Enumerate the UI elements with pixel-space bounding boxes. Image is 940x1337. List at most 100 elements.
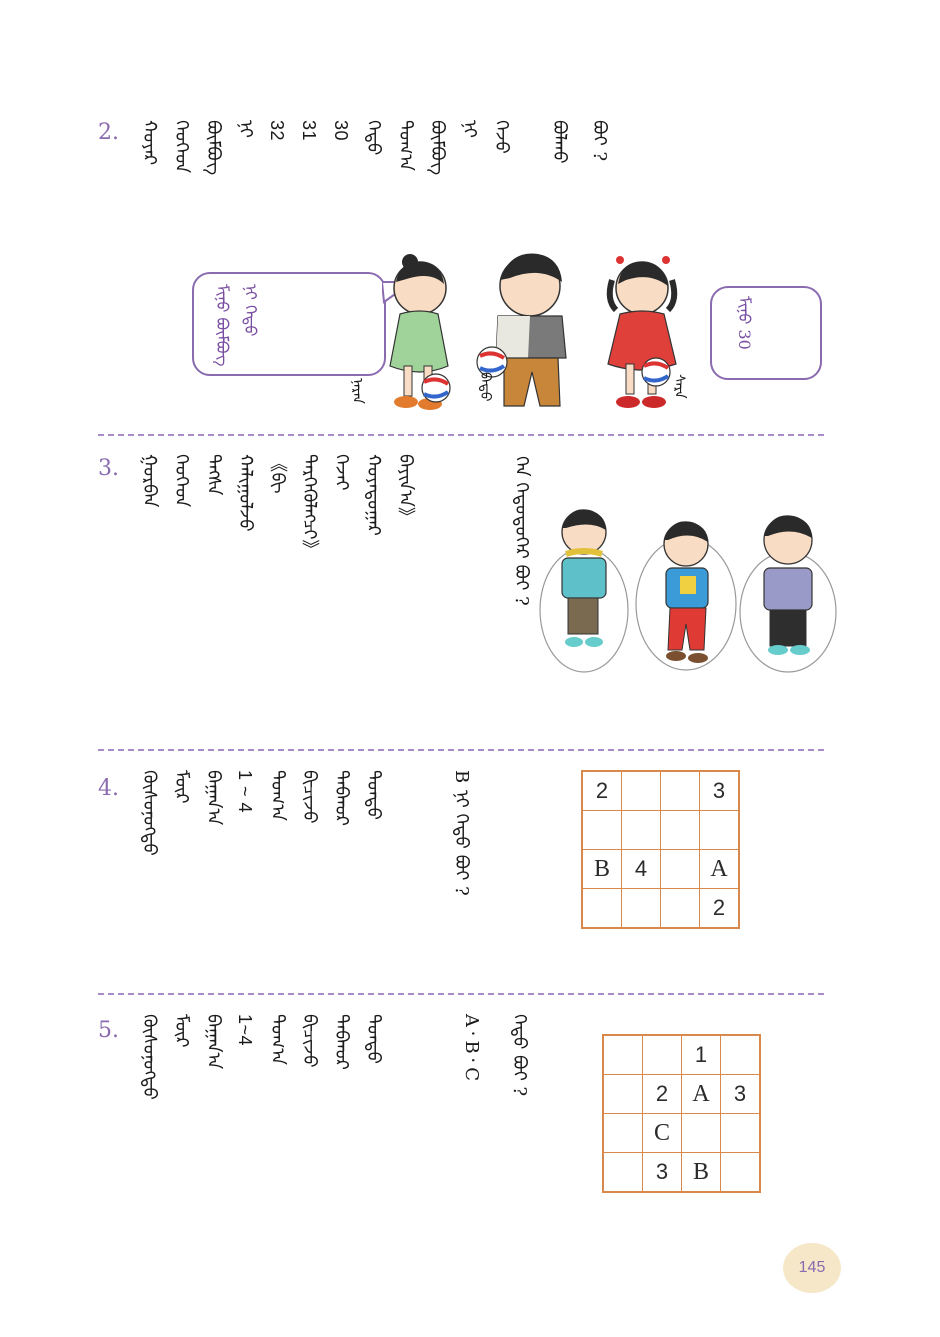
grid-cell: 3 xyxy=(642,1152,682,1193)
q4-col-6: ᠪᠢᠴᠢᠵᠦ xyxy=(299,770,320,824)
grid-row: C xyxy=(602,1113,761,1153)
grid-cell: 1 xyxy=(681,1034,721,1075)
q3-col-8: ᠬᠤᠶᠠᠳᠤᠭᠠᠷ xyxy=(363,454,384,536)
q2-col-12: ᠭᠡᠵᠦ xyxy=(491,120,512,154)
q5-col-3: ᠪᠠᠭᠠᠨ᠎ᠠ xyxy=(203,1014,224,1070)
q3-col-2: ᠬᠡᠦᠬᠡᠳ xyxy=(171,454,192,508)
kid-label-left: ᠨᠠᠷᠠᠨ xyxy=(349,378,365,404)
q3-col-5: 《ᠪᠢ xyxy=(267,454,288,494)
grid-row: 3 B xyxy=(602,1152,761,1193)
kid-label-middle: ᠪᠠᠲᠤ xyxy=(477,372,493,402)
q2-col-11: ᠨᠢ xyxy=(459,120,480,138)
grid-cell xyxy=(720,1034,761,1075)
q4-col-1: ᠬᠦᠰᠦᠨᠦᠭᠲᠦ xyxy=(139,770,160,856)
jump-rope-kid-left xyxy=(539,509,629,673)
q2-col-2: ᠬᠡᠦᠬᠡᠳ xyxy=(171,120,192,174)
q2-col-14: ᠪᠣᠢ ? xyxy=(589,120,610,162)
girl-right-figure xyxy=(606,256,678,408)
grid-row: 2 xyxy=(581,888,740,929)
q4-col-9: B ᠨᠢ ᠬᠡᠳᠦ ᠪᠣᠢ ? xyxy=(451,770,472,896)
section-divider-1 xyxy=(98,434,824,436)
grid-cell xyxy=(581,810,622,850)
grid-cell xyxy=(602,1152,643,1193)
grid-cell xyxy=(602,1034,643,1075)
q2-number-32: 32 xyxy=(267,120,287,142)
grid-cell xyxy=(660,888,700,929)
grid-cell-a: A xyxy=(681,1074,721,1114)
grid-cell-b: B xyxy=(681,1152,721,1193)
grid-cell xyxy=(660,770,700,811)
q5-col-1: ᠬᠦᠰᠦᠨᠦᠭᠲᠦ xyxy=(139,1014,160,1100)
q2-col-3: ᠪᠥᠮᠪᠦᠭ xyxy=(203,120,224,176)
q3-col-6: ᠲᠡᠷᠭᠡᠭᠦᠯᠡᠭᠴᠢ》 xyxy=(299,454,320,558)
q4-col-5: ᠲᠣᠭ᠎ᠠ xyxy=(267,770,288,822)
grid-cell: 2 xyxy=(581,770,622,811)
grid-cell xyxy=(720,1152,761,1193)
grid-cell xyxy=(621,770,661,811)
q5-range: 1~4 xyxy=(235,1014,255,1047)
q2-number-31: 31 xyxy=(299,120,319,142)
q4-col-7: ᠳᠠᠪᠬᠤᠷ xyxy=(331,770,352,826)
section-divider-3 xyxy=(98,993,824,995)
section-divider-2 xyxy=(98,749,824,751)
question-2-number: 2. xyxy=(98,120,119,145)
grid-cell xyxy=(621,810,661,850)
q5-letters: A᠂ B᠂ C xyxy=(461,1014,482,1082)
speech-bubble-right: ᠮᠢᠨᠦ 30 xyxy=(710,286,822,380)
grid-cell xyxy=(621,888,661,929)
q3-col-9: ᠪᠠᠶᠢᠨ᠎ᠠ》 xyxy=(395,454,416,526)
q3-col-1: ᠭᠤᠷᠪᠠᠨ xyxy=(139,454,160,508)
kids-with-balls-illustration xyxy=(389,253,678,410)
speech-bubble-left: ᠮᠢᠨᠦ ᠪᠥᠮᠪᠦᠭ ᠨᠢ ᠬᠡᠳᠦ xyxy=(192,272,386,376)
grid-cell xyxy=(699,810,740,850)
grid-row xyxy=(581,810,740,850)
q3-col-3: ᠳᠡᠭᠰᠡ xyxy=(203,454,224,496)
q2-col-10: ᠪᠥᠮᠪᠦᠭ xyxy=(427,120,448,176)
grid-cell: 3 xyxy=(720,1074,761,1114)
speech-bubble-left-text: ᠮᠢᠨᠦ ᠪᠥᠮᠪᠦᠭ ᠨᠢ ᠬᠡᠳᠦ xyxy=(213,284,260,367)
jump-rope-kids-illustration xyxy=(539,509,837,673)
q3-col-4: ᠬᠠᠯᠢᠭᠤᠯᠵᠤ xyxy=(235,454,256,532)
grid-cell-b: B xyxy=(581,849,622,889)
grid-cell xyxy=(660,810,700,850)
q4-col-3: ᠪᠠᠭᠠᠨ᠎ᠠ xyxy=(203,770,224,826)
girl-left-figure xyxy=(389,254,451,410)
grid-cell xyxy=(642,1034,682,1075)
kid-label-right: ᠰᠠᠷᠠ xyxy=(671,374,687,399)
q2-col-4: ᠨᠢ xyxy=(235,120,256,138)
question-3-number: 3. xyxy=(98,456,119,481)
grid-row: 2 3 xyxy=(581,770,740,811)
q3-col-10: ᠬᠡᠨ ᠬᠡᠳᠦᠳᠦᠭᠡᠷ ᠪᠣᠢ ? xyxy=(511,456,532,606)
grid-cell xyxy=(660,849,700,889)
grid-row: 1 xyxy=(602,1034,761,1075)
grid-cell: 4 xyxy=(621,849,661,889)
grid-cell xyxy=(581,888,622,929)
question-4-number: 4. xyxy=(98,776,119,801)
question-4-grid: 2 3 B 4 A 2 xyxy=(581,770,740,929)
grid-row: B 4 A xyxy=(581,849,740,889)
grid-cell-a: A xyxy=(699,849,740,889)
grid-row: 2 A 3 xyxy=(602,1074,761,1114)
grid-cell: 2 xyxy=(699,888,740,929)
q2-col-8: ᠬᠡᠳᠦ xyxy=(363,120,384,156)
q2-col-1: ᠬᠣᠶᠠᠷ xyxy=(139,120,160,166)
q5-col-7: ᠳᠠᠪᠬᠤᠷ xyxy=(331,1014,352,1070)
question-5-grid: 1 2 A 3 C 3 B xyxy=(602,1034,761,1193)
grid-cell xyxy=(681,1113,721,1153)
q5-col-10: ᠬᠡᠳᠦ ᠪᠣᠢ ? xyxy=(509,1014,530,1097)
jump-rope-kid-right xyxy=(739,515,837,673)
question-5-number: 5. xyxy=(98,1018,119,1043)
grid-cell xyxy=(720,1113,761,1153)
page-number-badge: 145 xyxy=(786,1246,838,1290)
q4-col-2: ᠮᠥᠷ xyxy=(171,770,192,804)
q5-col-2: ᠮᠥᠷ xyxy=(171,1014,192,1048)
speech-bubble-right-text: ᠮᠢᠨᠦ 30 xyxy=(735,296,754,350)
q2-number-30: 30 xyxy=(331,120,351,142)
q5-col-5: ᠲᠣᠭ᠎ᠠ xyxy=(267,1014,288,1066)
jump-rope-kid-middle xyxy=(635,521,737,671)
page-number: 145 xyxy=(798,1259,826,1276)
q4-range: 1 ~ 4 xyxy=(235,770,255,814)
q4-col-8: ᠳᠤᠨᠳᠤ xyxy=(363,770,384,820)
grid-cell xyxy=(602,1074,643,1114)
grid-cell-c: C xyxy=(642,1113,682,1153)
